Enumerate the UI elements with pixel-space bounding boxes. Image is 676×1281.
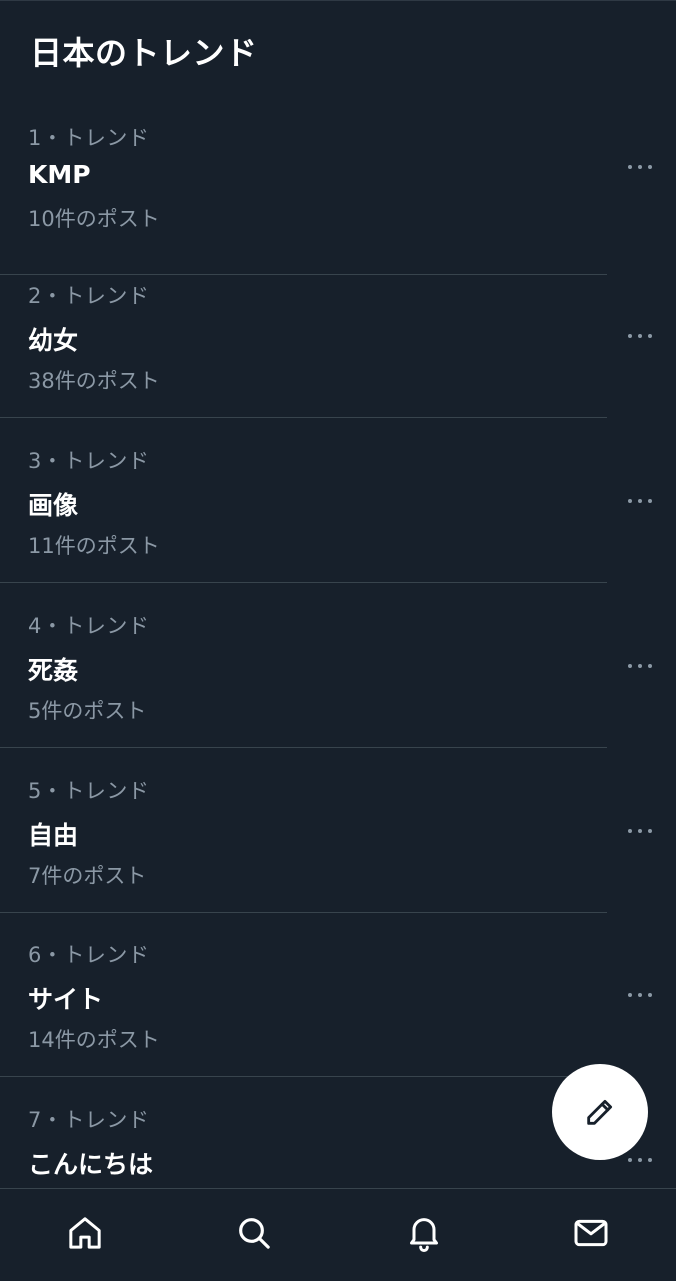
trend-rank-label: 1・トレンド	[28, 126, 150, 150]
search-icon	[239, 1218, 270, 1249]
more-options-icon[interactable]	[628, 163, 652, 173]
trend-rank-label: 3・トレンド	[28, 449, 150, 473]
divider	[0, 912, 607, 913]
trend-name: サイト	[28, 985, 104, 1014]
more-options-icon[interactable]	[628, 991, 652, 1001]
nav-messages[interactable]	[569, 1211, 613, 1255]
trend-rank-label: 4・トレンド	[28, 614, 150, 638]
more-options-icon[interactable]	[628, 1156, 652, 1166]
bottom-nav	[0, 1188, 676, 1281]
divider	[0, 747, 607, 748]
trend-post-count: 11件のポスト	[28, 534, 160, 558]
trend-post-count: 14件のポスト	[28, 1028, 160, 1052]
top-border	[0, 0, 676, 1]
trend-item[interactable]: 4・トレンド 死姦 5件のポスト	[0, 600, 676, 765]
more-options-icon[interactable]	[628, 497, 652, 507]
trend-name: こんにちは	[28, 1150, 154, 1179]
divider	[0, 1076, 607, 1077]
trend-name: KMP	[28, 160, 91, 189]
trend-name: 死姦	[28, 656, 79, 685]
divider	[0, 417, 607, 418]
more-options-icon[interactable]	[628, 827, 652, 837]
trend-name: 画像	[28, 491, 79, 520]
page-title: 日本のトレンド	[30, 34, 258, 72]
nav-home[interactable]	[63, 1211, 107, 1255]
trend-item[interactable]: 3・トレンド 画像 11件のポスト	[0, 435, 676, 600]
nav-notifications[interactable]	[402, 1211, 446, 1255]
more-options-icon[interactable]	[628, 332, 652, 342]
mail-icon	[574, 1219, 608, 1247]
trend-name: 自由	[28, 821, 79, 850]
trend-rank-label: 2・トレンド	[28, 284, 150, 308]
trend-name: 幼女	[28, 326, 79, 355]
pencil-icon	[587, 1099, 613, 1125]
trend-item[interactable]: 2・トレンド 幼女 38件のポスト	[0, 270, 676, 435]
compose-button[interactable]	[552, 1064, 648, 1160]
more-options-icon[interactable]	[628, 662, 652, 672]
trend-post-count: 5件のポスト	[28, 699, 147, 723]
trend-rank-label: 7・トレンド	[28, 1108, 150, 1132]
bell-icon	[410, 1218, 438, 1252]
home-icon	[69, 1217, 101, 1249]
trend-item[interactable]: 6・トレンド サイト 14件のポスト	[0, 929, 676, 1094]
trend-post-count: 10件のポスト	[28, 207, 160, 231]
nav-search[interactable]	[232, 1211, 276, 1255]
trend-item[interactable]: 5・トレンド 自由 7件のポスト	[0, 765, 676, 930]
trend-post-count: 7件のポスト	[28, 864, 147, 888]
divider	[0, 582, 607, 583]
trend-rank-label: 5・トレンド	[28, 779, 150, 803]
trend-post-count: 38件のポスト	[28, 369, 160, 393]
trend-rank-label: 6・トレンド	[28, 943, 150, 967]
trend-item[interactable]: 1・トレンド KMP 10件のポスト	[0, 108, 676, 275]
